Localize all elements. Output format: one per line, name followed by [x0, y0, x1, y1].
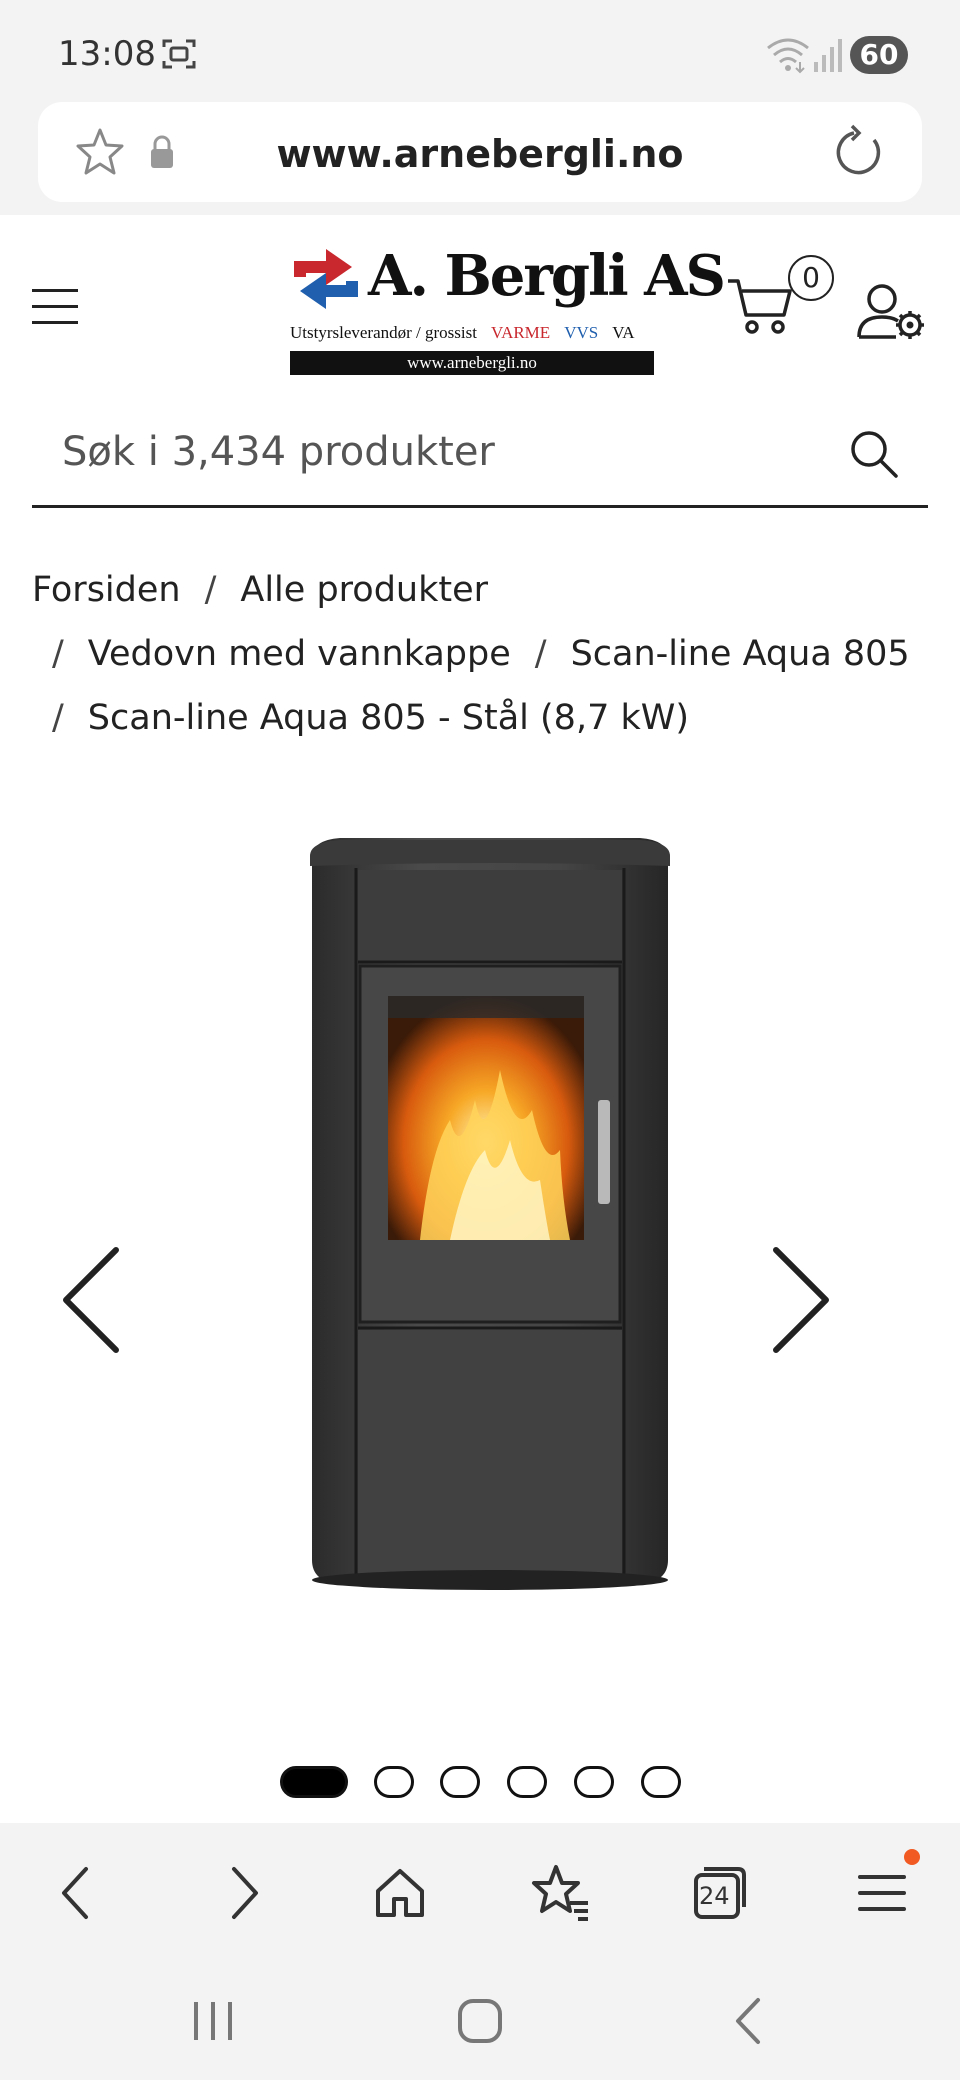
breadcrumb-separator: / [534, 634, 547, 674]
browser-bottom-nav: 24 [0, 1823, 960, 1956]
shopping-cart-icon[interactable] [726, 275, 796, 339]
tabs-button[interactable]: 24 [690, 1863, 750, 1923]
signal-icon [814, 39, 842, 72]
menu-icon[interactable] [852, 1863, 912, 1923]
recent-apps-icon[interactable] [188, 1996, 238, 2046]
forward-icon[interactable] [212, 1863, 272, 1923]
breadcrumb-line: / Scan-line Aqua 805 - Stål (8,7 kW) [32, 698, 689, 738]
product-gallery [0, 780, 960, 1630]
logo-tag-va: VA [612, 323, 635, 342]
home-button-icon[interactable] [455, 1996, 505, 2046]
browser-toolbar: www.arnebergli.no [0, 100, 960, 215]
hamburger-menu-button[interactable] [32, 287, 80, 327]
logo-tag-varme: VARME [490, 323, 551, 342]
site-logo[interactable]: A. Bergli AS Utstyrsleverandør / grossis… [290, 243, 726, 378]
battery-indicator: 60 [850, 36, 908, 74]
product-search [32, 400, 928, 508]
status-bar: 13:08 60 [0, 0, 960, 100]
gallery-dot-5[interactable] [574, 1766, 614, 1798]
menu-line [32, 305, 78, 308]
bookmarks-icon[interactable] [530, 1863, 590, 1923]
gallery-pagination [0, 1762, 960, 1802]
logo-name: A. Bergli AS [368, 243, 726, 309]
home-icon[interactable] [370, 1863, 430, 1923]
gallery-dot-2[interactable] [374, 1766, 414, 1798]
breadcrumb-line: Forsiden / Alle produkter [32, 570, 488, 610]
breadcrumb-item-variant: Scan-line Aqua 805 - Stål (8,7 kW) [87, 698, 690, 738]
previous-image-arrow-icon[interactable] [56, 1240, 126, 1360]
breadcrumb-line: / Vedovn med vannkappe / Scan-line Aqua 805 [32, 634, 910, 674]
notification-dot [904, 1849, 920, 1865]
gallery-dot-6[interactable] [641, 1766, 681, 1798]
gallery-dot-1[interactable] [280, 1766, 348, 1798]
screenshot-icon [162, 39, 196, 69]
logo-tagline-text: Utstyrsleverandør / grossist [290, 323, 477, 342]
breadcrumb-item-category[interactable]: Vedovn med vannkappe [88, 634, 511, 674]
breadcrumb-separator: / [204, 570, 217, 610]
breadcrumb-separator: / [52, 634, 64, 674]
logo-emblem-icon [294, 249, 358, 309]
system-nav-bar [0, 1956, 960, 2080]
gallery-dot-3[interactable] [440, 1766, 480, 1798]
reload-icon[interactable] [832, 124, 888, 180]
site-header: A. Bergli AS Utstyrsleverandør / grossis… [0, 215, 960, 395]
wifi-icon [767, 38, 809, 74]
breadcrumb-item-home[interactable]: Forsiden [32, 570, 181, 610]
product-image-stove[interactable] [300, 820, 680, 1590]
tabs-count: 24 [699, 1882, 730, 1910]
cart-count-badge[interactable]: 0 [788, 255, 834, 301]
user-settings-icon[interactable] [856, 281, 926, 343]
breadcrumb-item-all-products[interactable]: Alle produkter [240, 570, 488, 610]
search-input[interactable] [62, 420, 842, 484]
menu-line [32, 321, 78, 324]
system-back-icon[interactable] [724, 1996, 774, 2046]
search-icon[interactable] [848, 428, 900, 480]
logo-url: www.arnebergli.no [290, 351, 654, 375]
logo-tag-vvs: VVS [564, 323, 599, 342]
gallery-dot-4[interactable] [507, 1766, 547, 1798]
breadcrumb-separator: / [52, 698, 64, 738]
breadcrumb-item-product[interactable]: Scan-line Aqua 805 [571, 634, 910, 674]
address-bar[interactable]: www.arnebergli.no [38, 102, 922, 202]
logo-tagline: Utstyrsleverandør / grossist VARME VVS VA [290, 323, 654, 343]
back-icon[interactable] [48, 1863, 108, 1923]
url-text[interactable]: www.arnebergli.no [38, 132, 922, 176]
menu-line [32, 289, 78, 292]
status-time: 13:08 [58, 34, 156, 74]
next-image-arrow-icon[interactable] [766, 1240, 836, 1360]
